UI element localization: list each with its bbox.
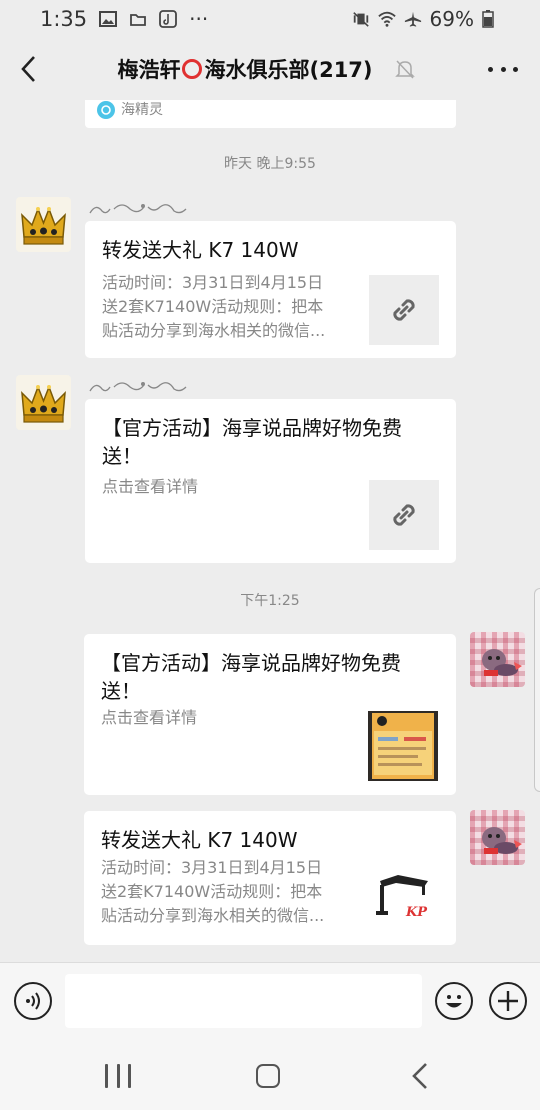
airplane-icon bbox=[404, 10, 422, 28]
own-link-message-card[interactable]: 【官方活动】海享说品牌好物免费送！ 点击查看详情 bbox=[84, 634, 456, 795]
card-desc-line: 送2套K7140W活动规则：把本 bbox=[101, 882, 323, 901]
scroll-handle[interactable] bbox=[534, 588, 540, 792]
tiktok-icon bbox=[159, 10, 178, 28]
back-button[interactable] bbox=[14, 54, 42, 84]
link-message-card[interactable]: 转发送大礼 K7 140W 活动时间：3月31日到4月15日 送2套K7140W… bbox=[85, 221, 456, 358]
own-avatar[interactable] bbox=[470, 632, 525, 687]
card-description: 点击查看详情 bbox=[101, 708, 198, 727]
chat-title-prefix: 梅浩轩 bbox=[117, 58, 181, 82]
crown-icon bbox=[21, 384, 66, 423]
mute-bell-icon bbox=[394, 58, 416, 80]
previous-message-card-footer[interactable]: 海精灵 bbox=[85, 100, 456, 128]
more-dot-icon bbox=[488, 66, 493, 72]
card-source-label: 海精灵 bbox=[121, 102, 163, 118]
crown-icon bbox=[21, 206, 66, 245]
gallery-icon bbox=[99, 10, 118, 28]
card-title: 转发送大礼 K7 140W bbox=[102, 238, 299, 262]
status-left: 1:35 ··· bbox=[40, 7, 208, 31]
system-nav-bar bbox=[0, 1040, 540, 1110]
sender-name-ornament bbox=[88, 377, 198, 397]
vibrate-mute-icon bbox=[352, 10, 370, 28]
chat-more-button[interactable] bbox=[488, 64, 518, 74]
voice-input-button[interactable] bbox=[14, 982, 52, 1020]
smiley-icon bbox=[446, 995, 462, 1008]
home-button[interactable] bbox=[256, 1064, 280, 1088]
chat-title-bar: 梅浩轩 海水俱乐部(217) bbox=[0, 38, 540, 100]
battery-percent: 69% bbox=[429, 7, 474, 31]
link-thumbnail bbox=[369, 275, 439, 345]
cartoon-cat-icon bbox=[482, 827, 522, 854]
aquarium-lamp-image bbox=[376, 875, 428, 915]
card-desc-line: 活动时间：3月31日到4月15日 bbox=[101, 858, 323, 877]
cartoon-cat-icon bbox=[482, 649, 522, 676]
link-thumbnail bbox=[369, 480, 439, 550]
red-circle-emoji bbox=[182, 59, 203, 79]
message-input[interactable] bbox=[65, 974, 422, 1028]
product-thumbnail: KP bbox=[368, 861, 438, 931]
more-notifications-dots: ··· bbox=[189, 7, 209, 31]
wifi-icon bbox=[377, 10, 396, 28]
recents-bar-icon bbox=[105, 1064, 108, 1088]
status-bar: 1:35 ··· 69% bbox=[0, 0, 540, 38]
thumbnail-brand-text: KP bbox=[406, 905, 428, 920]
crown-avatar[interactable] bbox=[16, 197, 71, 252]
chat-input-bar bbox=[0, 962, 540, 1040]
voice-icon bbox=[26, 992, 40, 1010]
recents-bar-icon bbox=[128, 1064, 131, 1088]
battery-icon bbox=[482, 10, 500, 28]
status-right: 69% bbox=[352, 7, 500, 31]
link-message-card[interactable]: 【官方活动】海享说品牌好物免费送！ 点击查看详情 bbox=[85, 399, 456, 563]
crown-avatar[interactable] bbox=[16, 375, 71, 430]
link-icon bbox=[393, 504, 415, 526]
status-time: 1:35 bbox=[40, 7, 88, 31]
back-chevron-icon bbox=[412, 1063, 427, 1089]
card-desc-line: 送2套K7140W活动规则：把本 bbox=[102, 297, 324, 316]
recents-button[interactable] bbox=[105, 1064, 131, 1088]
message-timestamp: 下午1:25 bbox=[240, 593, 300, 609]
card-desc-line: 贴活动分享到海水相关的微信... bbox=[101, 906, 325, 925]
own-link-message-card[interactable]: 转发送大礼 K7 140W 活动时间：3月31日到4月15日 送2套K7140W… bbox=[84, 811, 456, 945]
card-title: 【官方活动】海享说品牌好物免费送！ bbox=[102, 416, 402, 468]
plus-icon bbox=[498, 991, 518, 1011]
card-description: 活动时间：3月31日到4月15日 送2套K7140W活动规则：把本 贴活动分享到… bbox=[101, 856, 351, 928]
more-functions-button[interactable] bbox=[489, 982, 527, 1020]
link-icon bbox=[393, 299, 415, 321]
card-title: 转发送大礼 K7 140W bbox=[101, 828, 298, 852]
more-dot-icon bbox=[500, 66, 506, 72]
card-desc-line: 活动时间：3月31日到4月15日 bbox=[102, 273, 324, 292]
folder-icon bbox=[129, 10, 147, 28]
back-arrow-icon bbox=[21, 56, 35, 82]
article-thumbnail bbox=[368, 711, 438, 781]
recents-bar-icon bbox=[116, 1064, 120, 1088]
emoji-button[interactable] bbox=[435, 982, 473, 1020]
message-list[interactable]: 海精灵 昨天 晚上9:55 转发送大礼 K7 140W 活动时间：3月31日到4… bbox=[0, 100, 540, 962]
card-title: 【官方活动】海享说品牌好物免费送！ bbox=[101, 651, 401, 703]
sender-name-ornament bbox=[88, 199, 198, 219]
mini-program-icon bbox=[97, 101, 115, 119]
more-dot-icon bbox=[513, 66, 518, 72]
card-desc-line: 贴活动分享到海水相关的微信... bbox=[102, 321, 326, 340]
chat-title: 梅浩轩 海水俱乐部(217) bbox=[60, 54, 430, 84]
message-timestamp: 昨天 晚上9:55 bbox=[224, 156, 316, 172]
own-avatar[interactable] bbox=[470, 810, 525, 865]
system-back-button[interactable] bbox=[410, 1062, 430, 1090]
card-description: 活动时间：3月31日到4月15日 送2套K7140W活动规则：把本 贴活动分享到… bbox=[102, 271, 352, 343]
card-description: 点击查看详情 bbox=[102, 477, 199, 496]
chat-title-suffix: 海水俱乐部(217) bbox=[204, 58, 373, 82]
